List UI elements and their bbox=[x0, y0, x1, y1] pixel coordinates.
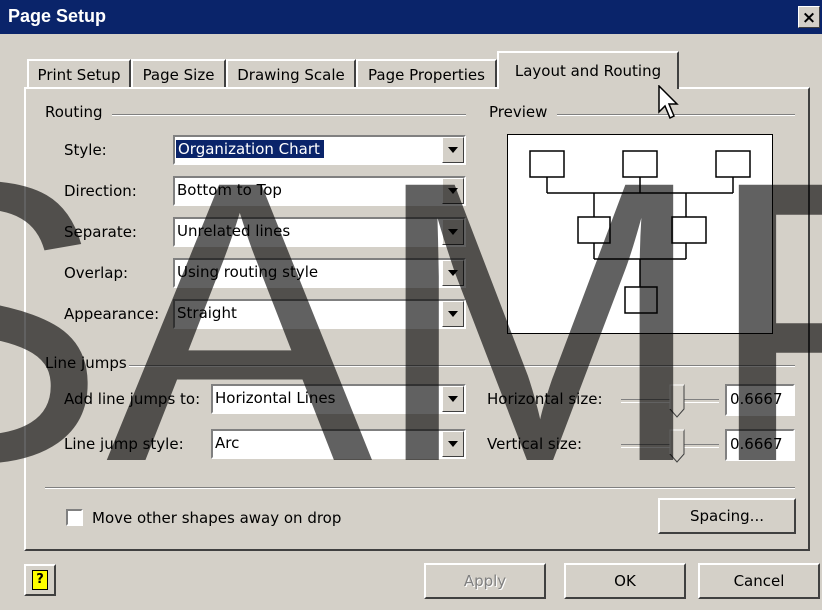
line-jumps-group-label: Line jumps bbox=[43, 354, 129, 372]
horizontal-size-label: Horizontal size: bbox=[487, 390, 603, 408]
line-jump-style-label: Line jump style: bbox=[64, 435, 184, 453]
bottom-divider bbox=[45, 487, 795, 489]
add-line-jumps-label: Add line jumps to: bbox=[64, 390, 201, 408]
horizontal-size-input[interactable]: 0.6667 bbox=[725, 384, 795, 416]
line-jump-style-value: Arc bbox=[215, 434, 240, 452]
slider-thumb[interactable] bbox=[669, 429, 685, 463]
vertical-size-label: Vertical size: bbox=[487, 435, 583, 453]
preview-canvas bbox=[507, 134, 773, 334]
routing-group-divider bbox=[112, 114, 466, 116]
chevron-down-icon[interactable] bbox=[442, 386, 464, 412]
move-shapes-label[interactable]: Move other shapes away on drop bbox=[92, 509, 341, 527]
spacing-button[interactable]: Spacing... bbox=[658, 498, 796, 534]
routing-group-label: Routing bbox=[43, 103, 105, 121]
help-button[interactable]: ? bbox=[24, 564, 56, 596]
horizontal-size-slider[interactable] bbox=[621, 384, 719, 418]
tab-page-properties[interactable]: Page Properties bbox=[356, 59, 497, 89]
vertical-size-slider[interactable] bbox=[621, 429, 719, 463]
tab-print-setup[interactable]: Print Setup bbox=[27, 59, 131, 89]
add-line-jumps-dropdown[interactable]: Horizontal Lines bbox=[211, 384, 466, 414]
tab-page-size[interactable]: Page Size bbox=[131, 59, 226, 89]
window-title: Page Setup bbox=[8, 6, 107, 26]
line-jumps-group-divider bbox=[122, 365, 795, 367]
slider-thumb[interactable] bbox=[669, 384, 685, 418]
separate-dropdown[interactable]: Unrelated lines bbox=[173, 217, 466, 247]
direction-label: Direction: bbox=[64, 182, 137, 200]
ok-button[interactable]: OK bbox=[564, 563, 686, 599]
close-button[interactable]: × bbox=[798, 6, 820, 28]
overlap-dropdown[interactable]: Using routing style bbox=[173, 258, 466, 288]
preview-group-label: Preview bbox=[487, 103, 550, 121]
chevron-down-icon[interactable] bbox=[442, 137, 464, 163]
apply-button[interactable]: Apply bbox=[424, 563, 546, 599]
appearance-value: Straight bbox=[177, 304, 237, 322]
overlap-value: Using routing style bbox=[177, 263, 319, 281]
style-dropdown[interactable]: Organization Chart bbox=[173, 135, 466, 165]
appearance-dropdown[interactable]: Straight bbox=[173, 299, 466, 329]
cancel-button[interactable]: Cancel bbox=[698, 563, 820, 599]
separate-value: Unrelated lines bbox=[177, 222, 291, 240]
chevron-down-icon[interactable] bbox=[442, 219, 464, 245]
line-jump-style-dropdown[interactable]: Arc bbox=[211, 429, 466, 459]
tab-drawing-scale[interactable]: Drawing Scale bbox=[226, 59, 356, 89]
chevron-down-icon[interactable] bbox=[442, 178, 464, 204]
move-shapes-checkbox[interactable] bbox=[66, 509, 83, 526]
title-bar: Page Setup × bbox=[0, 0, 822, 34]
add-line-jumps-value: Horizontal Lines bbox=[215, 389, 336, 407]
mouse-pointer-icon bbox=[658, 85, 679, 120]
overlap-label: Overlap: bbox=[64, 264, 129, 282]
appearance-label: Appearance: bbox=[64, 305, 160, 323]
tab-layout-and-routing[interactable]: Layout and Routing bbox=[497, 51, 679, 89]
vertical-size-input[interactable]: 0.6667 bbox=[725, 429, 795, 461]
style-label: Style: bbox=[64, 141, 107, 159]
chevron-down-icon[interactable] bbox=[442, 260, 464, 286]
chevron-down-icon[interactable] bbox=[442, 301, 464, 327]
separate-label: Separate: bbox=[64, 223, 137, 241]
chevron-down-icon[interactable] bbox=[442, 431, 464, 457]
direction-value: Bottom to Top bbox=[177, 181, 282, 199]
org-chart-preview bbox=[529, 150, 751, 314]
help-icon: ? bbox=[32, 570, 48, 590]
direction-dropdown[interactable]: Bottom to Top bbox=[173, 176, 466, 206]
style-value: Organization Chart bbox=[176, 140, 324, 158]
